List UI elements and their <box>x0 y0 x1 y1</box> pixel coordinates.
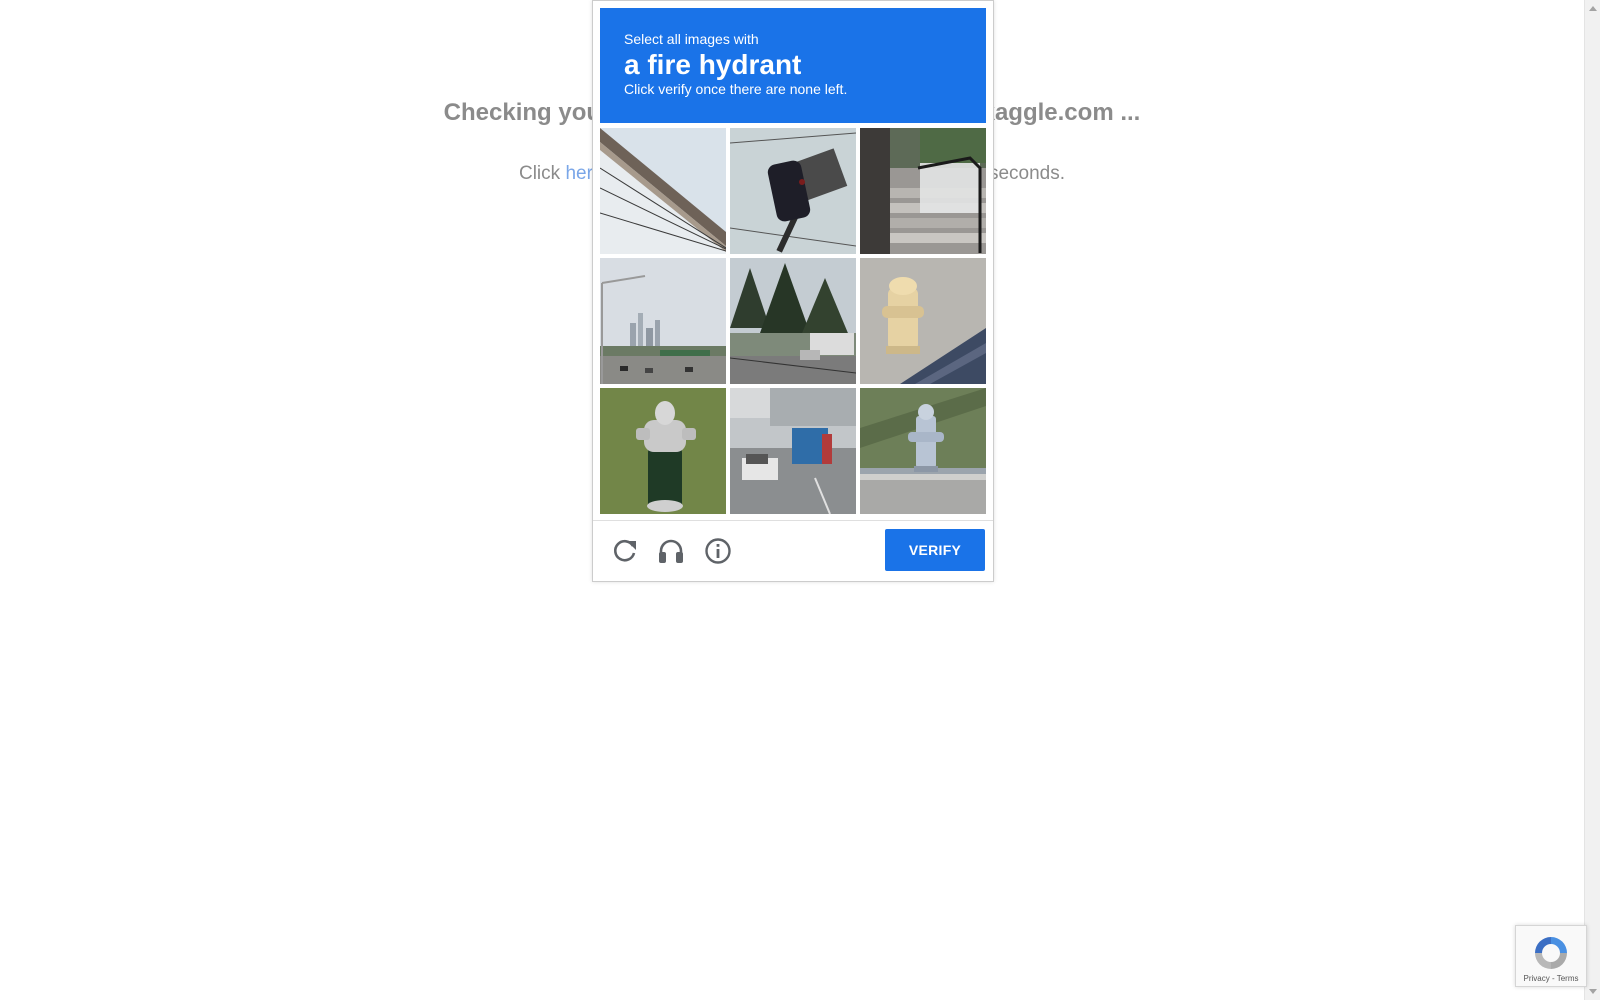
captcha-tile-4[interactable] <box>600 258 726 384</box>
scroll-up-arrow[interactable] <box>1589 6 1597 11</box>
recaptcha-logo-icon <box>1532 934 1570 977</box>
page: Checking your browser before accessing w… <box>0 0 1600 1000</box>
verify-button[interactable]: VERIFY <box>885 529 985 571</box>
recaptcha-badge[interactable]: Privacy - Terms <box>1515 925 1587 987</box>
captcha-tile-7[interactable] <box>600 388 726 514</box>
info-icon[interactable] <box>704 537 732 565</box>
captcha-tile-1[interactable] <box>600 128 726 254</box>
captcha-tile-2[interactable] <box>730 128 856 254</box>
captcha-hint: Click verify once there are none left. <box>624 81 848 97</box>
captcha-tile-6[interactable] <box>860 258 986 384</box>
captcha-header: Select all images with a fire hydrant Cl… <box>600 8 986 123</box>
captcha-challenge: Select all images with a fire hydrant Cl… <box>592 0 994 582</box>
captcha-instruction: Select all images with <box>624 31 759 47</box>
captcha-tile-grid <box>600 128 988 514</box>
scroll-down-arrow[interactable] <box>1589 989 1597 994</box>
captcha-tile-5[interactable] <box>730 258 856 384</box>
captcha-target: a fire hydrant <box>624 49 802 80</box>
reload-icon[interactable] <box>611 537 639 565</box>
captcha-tile-9[interactable] <box>860 388 986 514</box>
captcha-footer: VERIFY <box>593 520 993 581</box>
headphones-icon[interactable] <box>657 537 685 565</box>
badge-links[interactable]: Privacy - Terms <box>1516 974 1586 983</box>
redirect-prefix: Click <box>518 163 566 184</box>
captcha-tile-8[interactable] <box>730 388 856 514</box>
captcha-tile-3[interactable] <box>860 128 986 254</box>
vertical-scrollbar[interactable] <box>1584 0 1600 1000</box>
